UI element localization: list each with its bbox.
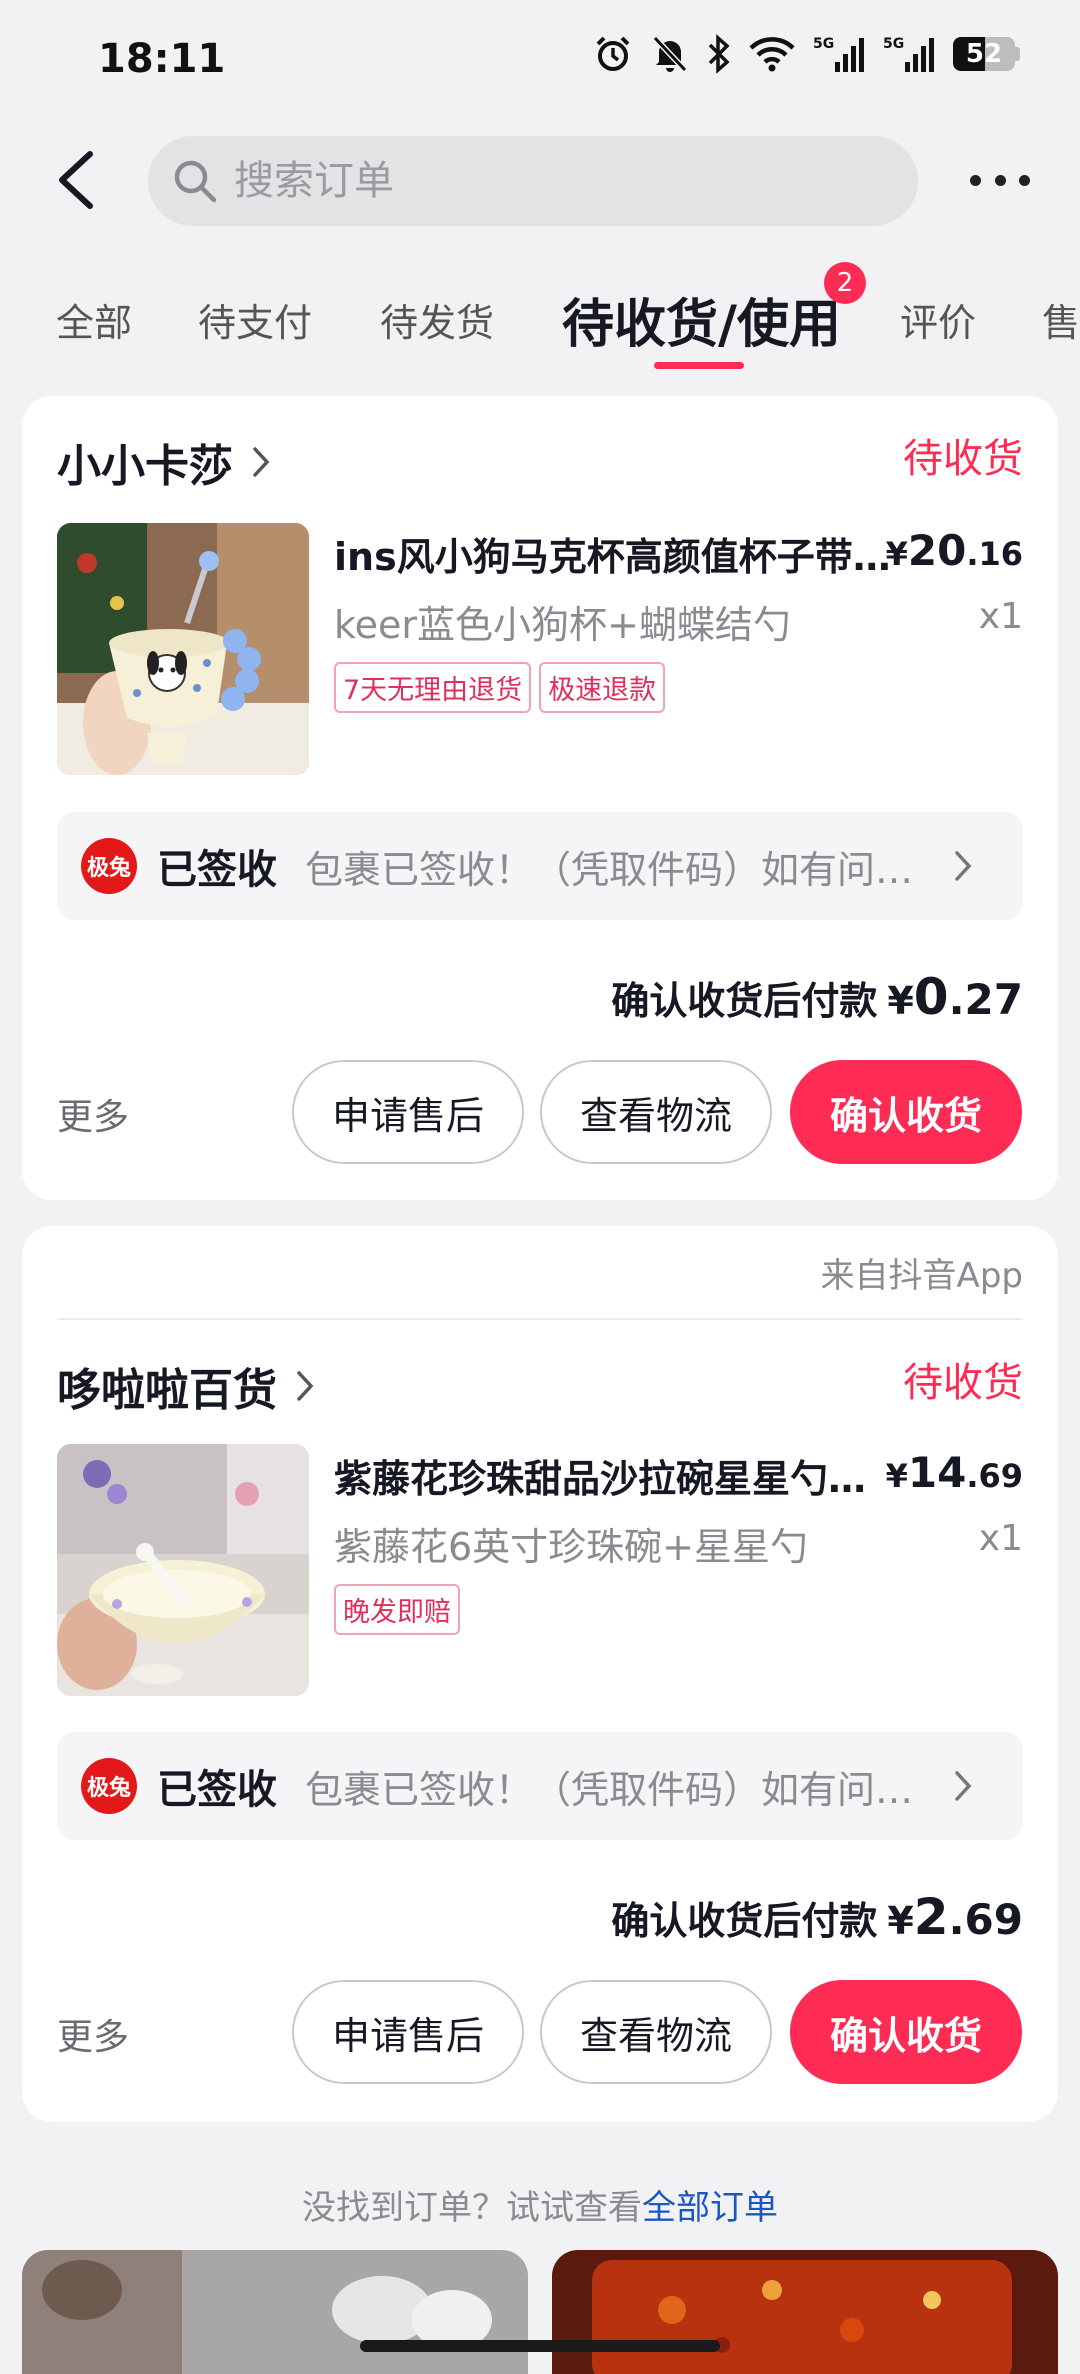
back-button[interactable] [52, 148, 102, 212]
product-price: ¥20.16 [886, 526, 1023, 575]
chevron-right-icon [955, 1771, 972, 1801]
view-logistics-button[interactable]: 查看物流 [540, 1060, 772, 1164]
price-integer: 14 [907, 1448, 967, 1497]
apply-after-sale-button[interactable]: 申请售后 [292, 1980, 524, 2084]
service-tag: 极速退款 [539, 662, 666, 713]
svg-text:5G: 5G [813, 36, 834, 52]
search-box[interactable] [148, 136, 918, 226]
service-tags: 晚发即赔 [334, 1584, 460, 1635]
bluetooth-icon [708, 34, 730, 74]
product-image[interactable] [57, 1444, 309, 1696]
more-dot-icon [1019, 174, 1030, 186]
more-link[interactable]: 更多 [57, 1088, 129, 1140]
battery-level-text: 52 [965, 39, 1003, 69]
more-link[interactable]: 更多 [57, 2008, 129, 2060]
confirm-receipt-button[interactable]: 确认收货 [790, 1980, 1022, 2084]
logistics-status: 已签收 [157, 1767, 277, 1813]
bowl-photo-icon [57, 1444, 309, 1696]
service-tags: 7天无理由退货 极速退款 [334, 662, 666, 713]
price-symbol: ¥ [885, 1457, 908, 1495]
price-integer: 20 [907, 526, 967, 575]
order-status: 待收货 [903, 436, 1023, 482]
product-spec: keer蓝色小狗杯+蝴蝶结勺 [334, 603, 791, 647]
footer-hint-text: 没找到订单？试试查看 [302, 2188, 642, 2228]
payment-summary: 确认收货后付款 ¥0.27 [611, 968, 1023, 1026]
search-input[interactable] [234, 158, 854, 204]
store-link[interactable]: 哆啦啦百货 [57, 1354, 315, 1418]
tab-pending-payment[interactable]: 待支付 [198, 292, 312, 347]
back-arrow-icon [59, 151, 93, 209]
product-image[interactable] [57, 523, 309, 775]
active-tab-indicator [654, 362, 744, 369]
more-dot-icon [994, 174, 1006, 186]
chevron-right-icon [955, 851, 972, 881]
payment-summary: 确认收货后付款 ¥2.69 [611, 1888, 1023, 1946]
order-source: 来自抖音App [820, 1256, 1023, 1296]
status-time: 18:11 [98, 36, 226, 82]
payment-label: 确认收货后付款 [611, 1899, 878, 1943]
order-list-page: 18:11 5G 5G 52 搜索订单 全部 待支付 待发货 待收货/使用 评价… [0, 0, 1080, 2374]
chevron-right-icon [297, 1371, 314, 1401]
logistics-bar[interactable]: 极兔 已签收 包裹已签收！（凭取件码）如有问题请联系 [57, 812, 1023, 920]
svg-text:5G: 5G [883, 36, 904, 52]
product-price: ¥14.69 [886, 1448, 1023, 1497]
status-bar: 18:11 5G 5G 52 [0, 0, 1080, 120]
divider [57, 1318, 1023, 1320]
service-tag: 晚发即赔 [334, 1584, 460, 1635]
carrier-logo: 极兔 [81, 1758, 137, 1814]
search-icon [174, 160, 217, 203]
more-options-button[interactable] [970, 160, 1030, 200]
price-symbol: ¥ [885, 535, 908, 573]
logistics-status: 已签收 [157, 847, 277, 893]
home-indicator[interactable] [360, 2340, 720, 2352]
payment-amount: ¥0.27 [887, 968, 1023, 1026]
recommendation-image[interactable] [552, 2250, 1058, 2374]
tab-review[interactable]: 评价 [900, 292, 976, 347]
logistics-description: 包裹已签收！（凭取件码）如有问题请联系 [305, 847, 945, 892]
battery-indicator: 52 [953, 37, 1020, 71]
store-link[interactable]: 小小卡莎 [57, 430, 271, 494]
product-quantity: x1 [978, 1518, 1023, 1559]
store-name: 哆啦啦百货 [57, 1365, 277, 1416]
payment-amount: ¥2.69 [887, 1888, 1023, 1946]
signal-5g-icon: 5G [813, 36, 864, 72]
recommendation-image[interactable] [22, 2250, 528, 2374]
carrier-logo: 极兔 [81, 838, 137, 894]
order-status: 待收货 [903, 1360, 1023, 1406]
all-orders-link[interactable]: 全部订单 [642, 2188, 778, 2228]
price-decimal: .16 [966, 535, 1023, 573]
status-icons: 5G 5G 52 [593, 34, 1020, 74]
product-title[interactable]: 紫藤花珍珠甜品沙拉碗星星勺套装 [334, 1448, 894, 1503]
logistics-description: 包裹已签收！（凭取件码）如有问题请联系 [305, 1767, 945, 1812]
order-tabs: 全部 待支付 待发货 待收货/使用 评价 售 [0, 270, 1080, 380]
apply-after-sale-button[interactable]: 申请售后 [292, 1060, 524, 1164]
more-dot-icon [970, 174, 981, 186]
view-logistics-button[interactable]: 查看物流 [540, 1980, 772, 2084]
mute-icon [652, 35, 688, 73]
tab-pending-receipt[interactable]: 待收货/使用 [562, 282, 841, 357]
footer-hint: 没找到订单？试试查看全部订单 [0, 2180, 1080, 2229]
recommendation-photo-icon [552, 2250, 1058, 2374]
mug-photo-icon [57, 523, 309, 775]
wifi-icon [749, 37, 795, 72]
product-title[interactable]: ins风小狗马克杯高颜值杯子带勺早餐杯 [334, 526, 894, 581]
product-spec: 紫藤花6英寸珍珠碗+星星勺 [334, 1525, 809, 1569]
chevron-right-icon [253, 447, 270, 477]
tab-after-sale[interactable]: 售 [1042, 292, 1080, 347]
tab-count-badge: 2 [824, 262, 866, 304]
price-decimal: .69 [966, 1457, 1023, 1495]
payment-label: 确认收货后付款 [611, 979, 878, 1023]
tab-pending-shipment[interactable]: 待发货 [380, 292, 494, 347]
order-card: 小小卡莎 待收货 ins风小狗马克杯高颜值杯子带勺 ¥20.16 keer蓝色小… [22, 396, 1058, 1200]
alarm-icon [596, 36, 630, 71]
store-name: 小小卡莎 [57, 441, 233, 492]
confirm-receipt-button[interactable]: 确认收货 [790, 1060, 1022, 1164]
service-tag: 7天无理由退货 [334, 662, 532, 713]
tab-all[interactable]: 全部 [56, 292, 132, 347]
product-quantity: x1 [978, 596, 1023, 637]
logistics-bar[interactable]: 极兔 已签收 包裹已签收！（凭取件码）如有问题请联系 [57, 1732, 1023, 1840]
signal-5g-icon: 5G [883, 36, 934, 72]
order-card: 来自抖音App 哆啦啦百货 待收货 紫藤花珍珠甜品沙拉碗星星勺套装 ¥14.69… [22, 1226, 1058, 2122]
recommendation-photo-icon [22, 2250, 528, 2374]
